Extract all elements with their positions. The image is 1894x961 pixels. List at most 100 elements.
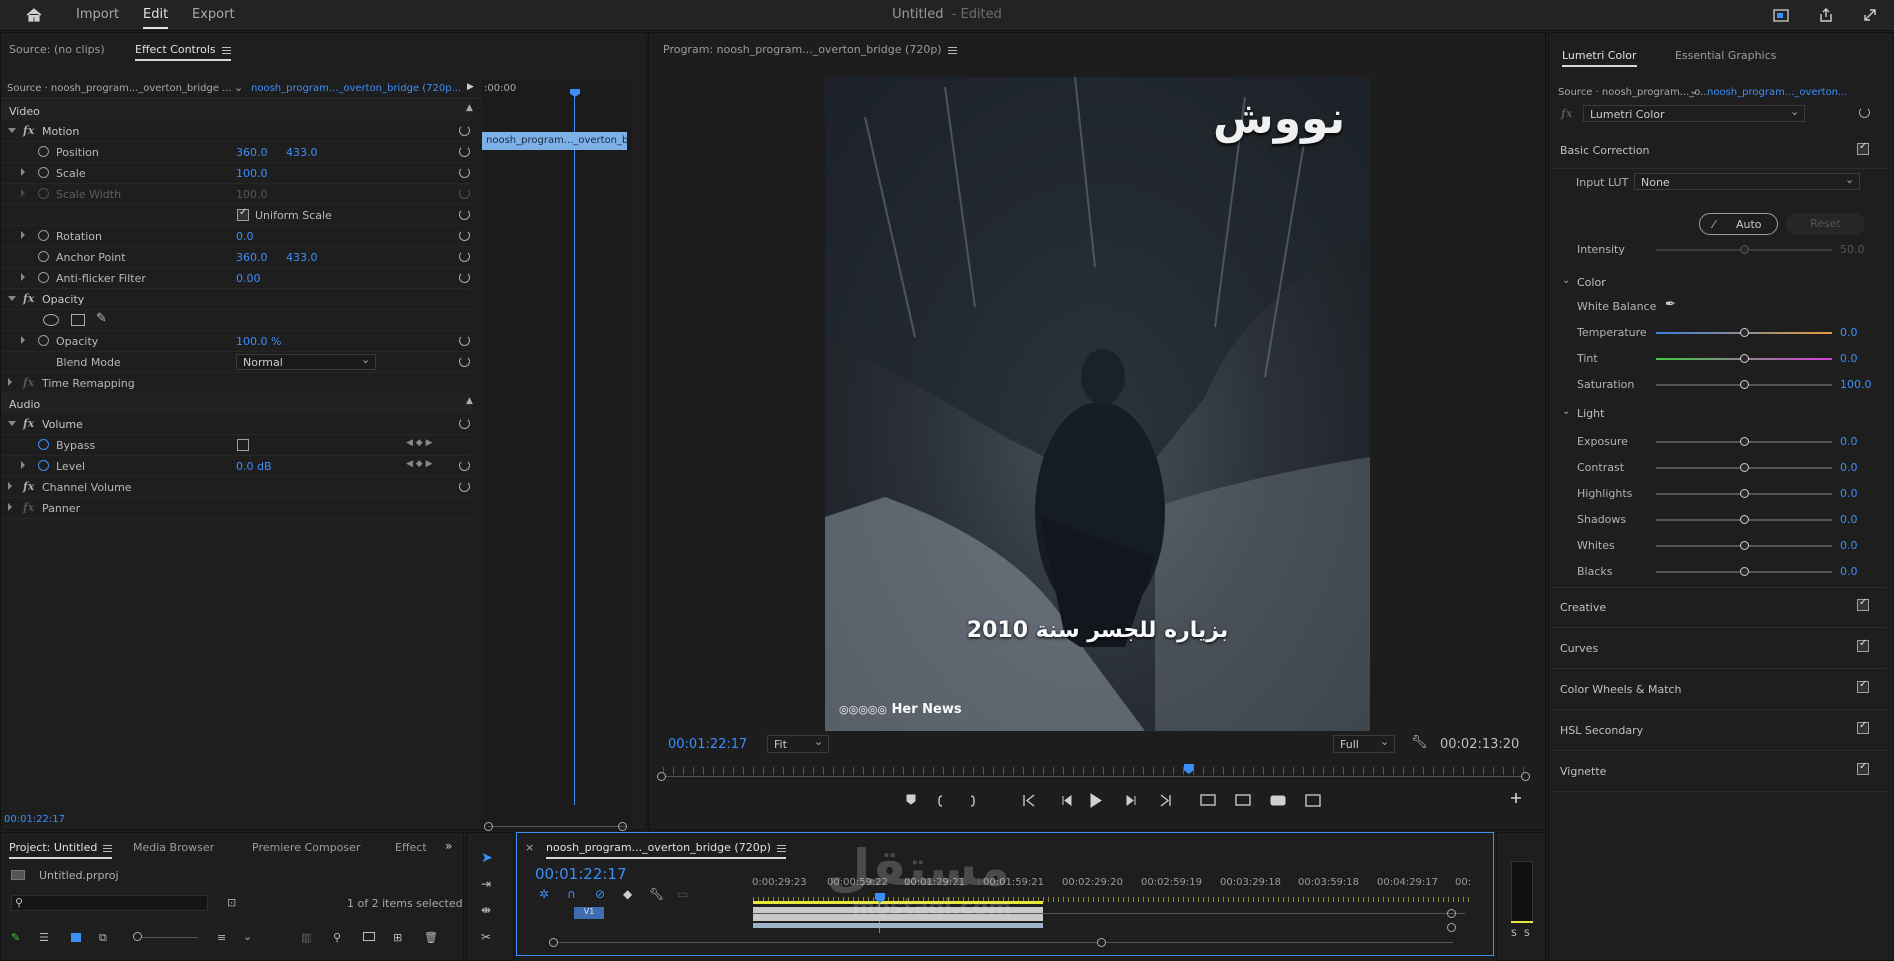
auto-button[interactable]: ⁄ Auto xyxy=(1699,213,1778,235)
v1-track-label[interactable]: V1 xyxy=(574,907,604,919)
reset-icon[interactable] xyxy=(459,209,470,220)
stopwatch-icon[interactable] xyxy=(38,335,49,346)
expand-icon[interactable] xyxy=(21,273,25,281)
contrast-value[interactable]: 0.0 xyxy=(1840,461,1858,474)
stopwatch-icon[interactable] xyxy=(38,439,49,450)
tint-value[interactable]: 0.0 xyxy=(1840,352,1858,365)
fx-icon[interactable]: fx xyxy=(23,124,34,137)
temperature-knob[interactable] xyxy=(1740,328,1749,337)
mini-scroll-handle-left[interactable] xyxy=(484,822,493,831)
track-select-tool-icon[interactable]: ⇥ xyxy=(481,877,491,891)
pencil-icon[interactable]: ✎ xyxy=(11,931,20,944)
keyframe-nav-icon[interactable]: ◀ ◆ ▶ xyxy=(406,459,433,469)
expand-icon[interactable] xyxy=(8,421,16,426)
level-value[interactable]: 0.0 dB xyxy=(236,460,272,473)
shadows-slider[interactable] xyxy=(1656,515,1832,524)
stopwatch-icon[interactable] xyxy=(38,460,49,471)
shadows-row[interactable]: Shadows 0.0 xyxy=(1557,507,1887,533)
fx-icon[interactable]: fx xyxy=(23,292,34,305)
whites-row[interactable]: Whites 0.0 xyxy=(1557,533,1887,559)
temperature-slider[interactable] xyxy=(1656,328,1832,337)
vignette-checkbox[interactable] xyxy=(1857,761,1869,775)
close-icon[interactable]: × xyxy=(525,841,534,854)
hsl-secondary-section[interactable]: HSL Secondary xyxy=(1550,711,1887,751)
volume-row[interactable]: fx Volume xyxy=(1,414,471,435)
highlights-row[interactable]: Highlights 0.0 xyxy=(1557,481,1887,507)
opacity-row[interactable]: Opacity 100.0 % xyxy=(1,331,471,352)
opacity-value[interactable]: 100.0 % xyxy=(236,335,281,348)
stopwatch-icon[interactable] xyxy=(38,167,49,178)
chevron-down-icon[interactable]: ⌄ xyxy=(243,930,252,943)
track-scroll-handle[interactable] xyxy=(1447,909,1456,918)
chevron-down-icon[interactable]: ⌄ xyxy=(1562,275,1570,286)
settings-wrench-icon[interactable]: 🔧︎ xyxy=(649,887,664,901)
snap-icon[interactable]: ∩ xyxy=(567,887,576,901)
reset-icon[interactable] xyxy=(459,481,470,492)
whites-value[interactable]: 0.0 xyxy=(1840,539,1858,552)
position-row[interactable]: Position 360.0 433.0 xyxy=(1,142,471,163)
reset-icon[interactable] xyxy=(459,418,470,429)
list-view-icon[interactable]: ☰ xyxy=(39,931,49,944)
hsl-secondary-checkbox[interactable] xyxy=(1857,720,1869,734)
reset-icon[interactable] xyxy=(459,230,470,241)
add-marker-icon[interactable]: ◆ xyxy=(623,887,632,901)
effect-sequence-label[interactable]: noosh_program..._overton_bridge (720p... xyxy=(251,83,461,94)
project-file-name[interactable]: Untitled.prproj xyxy=(39,869,119,882)
expand-icon[interactable] xyxy=(8,128,16,133)
level-row[interactable]: Level 0.0 dB ◀ ◆ ▶ xyxy=(1,456,471,477)
curves-checkbox[interactable] xyxy=(1857,638,1869,652)
lumetri-effect-select[interactable]: Lumetri Color ⌄ xyxy=(1583,105,1805,122)
ellipse-mask-icon[interactable] xyxy=(43,314,59,326)
eyedropper-icon[interactable]: ✒ xyxy=(1665,297,1676,312)
curves-section[interactable]: Curves xyxy=(1550,629,1887,669)
motion-row[interactable]: fx Motion xyxy=(1,121,471,142)
white-balance-row[interactable]: White Balance ✒ xyxy=(1557,294,1887,320)
expand-icon[interactable] xyxy=(21,168,25,176)
basic-correction-checkbox[interactable] xyxy=(1857,141,1869,155)
bypass-checkbox[interactable] xyxy=(237,439,249,451)
tab-effect-controls[interactable]: Effect Controls xyxy=(135,43,231,61)
exposure-row[interactable]: Exposure 0.0 xyxy=(1557,429,1887,455)
mini-scroll-handle-right[interactable] xyxy=(618,822,627,831)
exposure-slider[interactable] xyxy=(1656,437,1832,446)
show-timeline-icon[interactable]: ▶ xyxy=(467,82,474,92)
blacks-row[interactable]: Blacks 0.0 xyxy=(1557,559,1887,585)
icon-view-icon[interactable] xyxy=(71,933,81,942)
mini-clip[interactable]: noosh_program..._overton_bri xyxy=(482,132,627,150)
stopwatch-icon[interactable] xyxy=(38,146,49,157)
panel-menu-icon[interactable] xyxy=(221,46,231,54)
lumetri-seq-label[interactable]: noosh_program..._overton... xyxy=(1707,87,1848,98)
reset-icon[interactable] xyxy=(459,125,470,136)
color-subsection[interactable]: ⌄ Color xyxy=(1560,274,1880,292)
light-subsection[interactable]: ⌄ Light xyxy=(1560,405,1880,423)
timeline-sequence-tab[interactable]: noosh_program..._overton_bridge (720p) xyxy=(546,841,786,859)
blacks-slider[interactable] xyxy=(1656,567,1832,576)
fx-icon[interactable]: fx xyxy=(1561,107,1572,120)
ripple-edit-tool-icon[interactable]: ⇼ xyxy=(481,903,491,917)
reset-icon[interactable] xyxy=(459,460,470,471)
blend-mode-select[interactable]: Normal ⌄ xyxy=(236,353,376,370)
anchor-x-value[interactable]: 360.0 xyxy=(236,251,268,264)
exposure-knob[interactable] xyxy=(1740,437,1749,446)
input-lut-row[interactable]: Input LUT None ⌄ xyxy=(1557,170,1887,196)
timeline-scroll-left[interactable] xyxy=(549,938,558,947)
expand-icon[interactable] xyxy=(8,296,16,301)
expand-icon[interactable] xyxy=(8,503,12,511)
panner-row[interactable]: fx Panner xyxy=(1,498,471,519)
new-item-icon[interactable]: ⊞ xyxy=(393,931,402,944)
saturation-slider[interactable] xyxy=(1656,380,1832,389)
channel-volume-row[interactable]: fx Channel Volume xyxy=(1,477,471,498)
saturation-knob[interactable] xyxy=(1740,380,1749,389)
whites-knob[interactable] xyxy=(1740,541,1749,550)
shadows-knob[interactable] xyxy=(1740,515,1749,524)
highlights-knob[interactable] xyxy=(1740,489,1749,498)
timeline-timecode[interactable]: 00:01:22:17 xyxy=(535,865,627,883)
fx-icon[interactable]: fx xyxy=(23,480,34,493)
contrast-slider[interactable] xyxy=(1656,463,1832,472)
anchor-y-value[interactable]: 433.0 xyxy=(286,251,318,264)
maximize-icon[interactable] xyxy=(1862,7,1878,23)
nest-icon[interactable]: ✲ xyxy=(539,887,549,901)
trash-icon[interactable]: 🗑︎ xyxy=(424,931,438,944)
new-bin-icon[interactable] xyxy=(363,932,375,941)
highlights-slider[interactable] xyxy=(1656,489,1832,498)
